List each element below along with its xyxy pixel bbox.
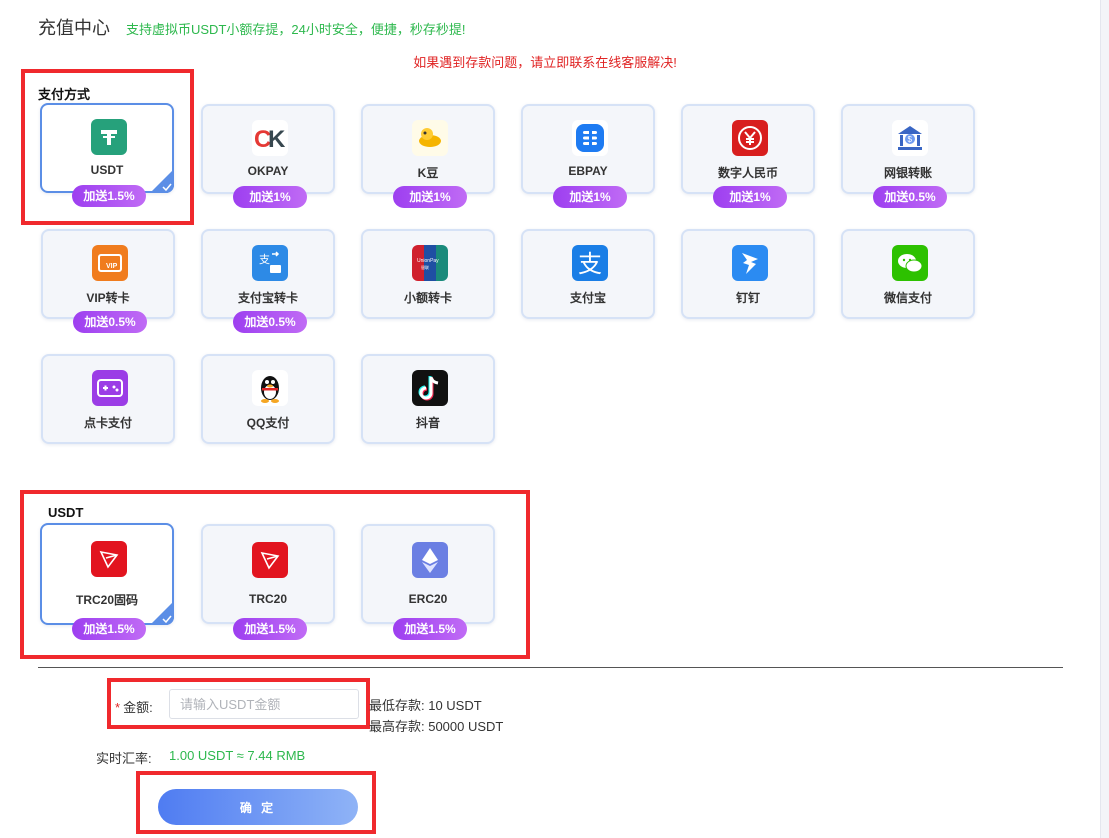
bonus-badge: 加送1% — [713, 186, 787, 208]
game-card-icon — [92, 370, 128, 406]
exchange-rate-label: 实时汇率: — [96, 751, 152, 766]
usdt-tether-icon — [91, 119, 127, 155]
payment-method-label: 点卡支付 — [83, 416, 132, 430]
recharge-panel: 充值中心 支持虚拟币USDT小额存提，24小时安全，便捷，秒存秒提! 如果遇到存… — [0, 0, 1101, 838]
svg-text:K: K — [268, 126, 286, 153]
selected-check-icon — [150, 169, 174, 193]
payment-method-label: 支付宝转卡 — [237, 291, 298, 305]
payment-method-label: OKPAY — [247, 164, 289, 178]
usdt-channel-label: ERC20 — [408, 592, 448, 606]
payment-method-wechat-pay[interactable]: 微信支付 — [841, 229, 975, 319]
payment-method-small-card[interactable]: UnionPay 银联 小额转卡 — [361, 229, 495, 319]
section-divider — [38, 667, 1063, 668]
usdt-section-label: USDT — [48, 505, 84, 520]
alipay-icon: 支 — [572, 245, 608, 281]
confirm-button[interactable]: 确 定 — [158, 789, 358, 825]
bonus-badge: 加送1% — [233, 186, 307, 208]
payment-method-bank-transfer[interactable]: $ 网银转账 加送0.5% — [841, 104, 975, 208]
svg-text:支: 支 — [259, 253, 270, 266]
tron-icon — [252, 542, 288, 578]
payment-method-label: 抖音 — [415, 416, 440, 430]
svg-text:支: 支 — [578, 250, 602, 278]
bonus-badge: 加送0.5% — [73, 311, 147, 333]
bonus-badge: 加送1.5% — [233, 618, 307, 640]
payment-method-game-card[interactable]: 点卡支付 — [41, 354, 175, 444]
tron-icon — [91, 541, 127, 577]
bonus-badge: 加送1.5% — [72, 185, 146, 207]
payment-method-douyin[interactable]: 抖音 — [361, 354, 495, 444]
max-deposit-text: 最高存款: 50000 USDT — [369, 719, 504, 734]
payment-method-label: QQ支付 — [246, 416, 290, 430]
payment-method-label: 小额转卡 — [403, 291, 452, 305]
payment-methods-label: 支付方式 — [38, 87, 91, 102]
bonus-badge: 加送0.5% — [233, 311, 307, 333]
digital-rmb-icon — [732, 120, 768, 156]
wechat-pay-icon — [892, 245, 928, 281]
payment-method-ebpay[interactable]: EBPAY 加送1% — [521, 104, 655, 208]
amount-input[interactable] — [169, 689, 359, 719]
svg-text:$: $ — [908, 135, 913, 144]
payment-method-usdt[interactable]: USDT 加送1.5% — [40, 103, 174, 207]
bonus-badge: 加送1% — [393, 186, 467, 208]
vip-card-icon: VIP — [92, 245, 128, 281]
unionpay-icon: UnionPay 银联 — [412, 245, 448, 281]
payment-method-alipay-card[interactable]: 支 支付宝转卡 加送0.5% — [201, 229, 335, 333]
bonus-badge: 加送1.5% — [72, 618, 146, 640]
svg-text:UnionPay: UnionPay — [417, 258, 439, 264]
payment-method-vip-card[interactable]: VIP VIP转卡 加送0.5% — [41, 229, 175, 333]
bank-transfer-icon: $ — [892, 120, 928, 156]
payment-method-label: VIP转卡 — [86, 291, 130, 305]
payment-method-label: K豆 — [417, 166, 439, 180]
payment-method-label: 支付宝 — [569, 291, 606, 305]
bonus-badge: 加送1.5% — [393, 618, 467, 640]
okpay-icon: CK — [252, 120, 288, 156]
usdt-channel-trc20-fixed[interactable]: TRC20固码 加送1.5% — [40, 523, 174, 640]
ethereum-icon — [412, 542, 448, 578]
dingtalk-icon — [732, 245, 768, 281]
payment-method-dingtalk[interactable]: 钉钉 — [681, 229, 815, 319]
payment-method-kdou[interactable]: K豆 加送1% — [361, 104, 495, 208]
svg-text:银联: 银联 — [421, 264, 429, 270]
usdt-channel-label: TRC20 — [248, 592, 287, 606]
douyin-icon — [412, 370, 448, 406]
min-deposit-text: 最低存款: 10 USDT — [369, 698, 482, 713]
exchange-rate-value: 1.00 USDT ≈ 7.44 RMB — [169, 748, 306, 763]
page-title: 充值中心 — [38, 18, 110, 38]
qq-penguin-icon — [252, 370, 288, 406]
payment-method-label: EBPAY — [568, 164, 608, 178]
usdt-channel-erc20[interactable]: ERC20 加送1.5% — [361, 524, 495, 640]
payment-method-label: 微信支付 — [883, 291, 932, 305]
payment-method-label: 数字人民币 — [717, 166, 778, 180]
amount-label: * 金额: — [115, 697, 153, 716]
payment-method-label: 网银转账 — [883, 166, 932, 180]
payment-method-alipay[interactable]: 支 支付宝 — [521, 229, 655, 319]
page-header: 充值中心 支持虚拟币USDT小额存提，24小时安全，便捷，秒存秒提! — [38, 14, 465, 40]
payment-method-okpay[interactable]: CK OKPAY 加送1% — [201, 104, 335, 208]
payment-method-label: 钉钉 — [735, 291, 760, 305]
bonus-badge: 加送0.5% — [873, 186, 947, 208]
svg-text:VIP: VIP — [106, 263, 118, 270]
payment-method-qq-pay[interactable]: QQ支付 — [201, 354, 335, 444]
ebpay-icon — [572, 120, 608, 156]
amount-label-text: 金额: — [123, 700, 153, 715]
bonus-badge: 加送1% — [553, 186, 627, 208]
page-subtitle: 支持虚拟币USDT小额存提，24小时安全，便捷，秒存秒提! — [126, 22, 466, 37]
usdt-channel-trc20[interactable]: TRC20 加送1.5% — [201, 524, 335, 640]
payment-method-digital-rmb[interactable]: 数字人民币 加送1% — [681, 104, 815, 208]
required-mark: * — [115, 700, 121, 715]
selected-check-icon — [150, 601, 174, 625]
kdou-icon — [412, 120, 448, 156]
alipay-card-transfer-icon: 支 — [252, 245, 288, 281]
